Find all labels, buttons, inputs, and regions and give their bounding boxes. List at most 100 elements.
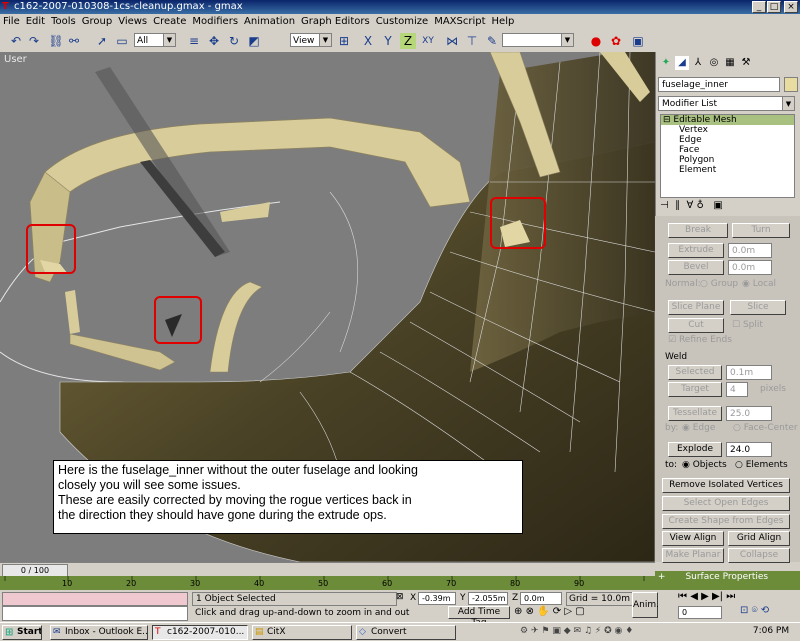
grid-align-button[interactable]: Grid Align	[728, 531, 790, 546]
task-convert[interactable]: ◇ Convert	[356, 625, 456, 640]
remove-modifier-icon[interactable]: ♁	[696, 200, 703, 211]
scale-icon[interactable]: ◩	[246, 33, 262, 49]
tessellate-face-center-radio[interactable]: ○ Face-Center	[733, 423, 798, 433]
task-gmax[interactable]: Tc162-2007-010...	[152, 625, 248, 640]
make-planar-button[interactable]: Make Planar	[662, 548, 724, 563]
menu-modifiers[interactable]: Modifiers	[189, 14, 241, 30]
x-coord-input[interactable]: -0.39m	[418, 592, 456, 605]
weld-selected-button[interactable]: Selected	[668, 365, 722, 380]
menu-maxscript[interactable]: MAXScript	[431, 14, 488, 30]
pin-stack-icon[interactable]: ⊣	[660, 200, 669, 211]
menu-graph-editors[interactable]: Graph Editors	[298, 14, 373, 30]
pan-icon[interactable]: ✋	[537, 606, 549, 617]
object-color-swatch[interactable]	[784, 77, 798, 92]
slice-plane-button[interactable]: Slice Plane	[668, 300, 724, 315]
explode-button[interactable]: Explode	[668, 442, 722, 457]
modifier-stack[interactable]: ⊟ Editable Mesh Vertex Edge Face Polygon…	[660, 114, 795, 198]
surface-properties-rollout[interactable]: + Surface Properties	[655, 571, 800, 590]
tray-icon[interactable]: ✈	[531, 626, 539, 636]
selection-filter-dropdown[interactable]: All ▼	[134, 33, 176, 47]
menu-animation[interactable]: Animation	[241, 14, 298, 30]
select-region-icon[interactable]: ▭	[114, 33, 130, 49]
menu-create[interactable]: Create	[150, 14, 189, 30]
mirror-icon[interactable]: ⋈	[444, 33, 460, 49]
display-tab-icon[interactable]: ▦	[723, 56, 737, 70]
stack-item-editable-mesh[interactable]: ⊟ Editable Mesh	[661, 115, 794, 125]
tray-icon[interactable]: ✪	[604, 626, 612, 636]
unlink-icon[interactable]: ⚯	[66, 33, 82, 49]
maximize-viewport-icon[interactable]: ▢	[575, 606, 584, 617]
menu-help[interactable]: Help	[489, 14, 518, 30]
break-button[interactable]: Break	[668, 223, 728, 238]
lock-selection-icon[interactable]: ⊠	[396, 592, 408, 604]
select-open-edges-button[interactable]: Select Open Edges	[662, 496, 790, 511]
render-icon[interactable]: ✿	[608, 33, 624, 49]
minimize-button[interactable]: _	[752, 1, 766, 13]
menu-views[interactable]: Views	[115, 14, 150, 30]
task-citx[interactable]: ▤ CitX	[252, 625, 352, 640]
menu-edit[interactable]: Edit	[23, 14, 48, 30]
y-coord-input[interactable]: -2.055m	[468, 592, 508, 605]
tessellate-button[interactable]: Tessellate	[668, 406, 722, 421]
modifier-list-dropdown[interactable]: Modifier List ▼	[658, 96, 795, 111]
material-editor-icon[interactable]: ●	[588, 33, 604, 49]
zoom-region-icon[interactable]: ⊡	[740, 605, 748, 616]
start-button[interactable]: ⊞ Start	[2, 625, 42, 640]
stack-item-polygon[interactable]: Polygon	[661, 155, 794, 165]
bevel-button[interactable]: Bevel	[668, 260, 724, 275]
tray-icon[interactable]: ◆	[564, 626, 571, 636]
extrude-amount-input[interactable]: 0.0m	[728, 243, 772, 258]
split-checkbox[interactable]: ☐ Split	[732, 320, 763, 330]
stack-item-element[interactable]: Element	[661, 165, 794, 175]
tray-icon[interactable]: ⚙	[520, 626, 528, 636]
axis-xy-icon[interactable]: XY	[420, 33, 436, 49]
pivot-icon[interactable]: ⊞	[336, 33, 352, 49]
normal-group-radio[interactable]: ○ Group	[700, 279, 738, 289]
make-unique-icon[interactable]: ∀	[686, 200, 693, 211]
rotate-icon[interactable]: ↻	[226, 33, 242, 49]
named-selection-dropdown[interactable]: ▼	[502, 33, 574, 47]
redo-icon[interactable]: ↷	[26, 33, 42, 49]
modify-tab-icon[interactable]: ◢	[675, 56, 689, 70]
motion-tab-icon[interactable]: ◎	[707, 56, 721, 70]
utilities-tab-icon[interactable]: ⚒	[739, 56, 753, 70]
axis-z-icon[interactable]: Z	[400, 33, 416, 49]
tray-icon[interactable]: ▣	[552, 626, 561, 636]
configure-icon[interactable]: ▣	[713, 200, 722, 211]
viewport-label[interactable]: User	[4, 54, 27, 65]
orbit-icon[interactable]: ⟲	[761, 605, 769, 616]
tray-icon[interactable]: ✉	[574, 626, 582, 636]
slice-button[interactable]: Slice	[730, 300, 786, 315]
explode-objects-radio[interactable]: ◉ Objects	[682, 460, 727, 470]
menu-group[interactable]: Group	[79, 14, 115, 30]
object-name-input[interactable]: fuselage_inner	[658, 77, 780, 92]
create-shape-button[interactable]: Create Shape from Edges	[662, 514, 790, 529]
move-icon[interactable]: ✥	[206, 33, 222, 49]
app-icon[interactable]: T	[2, 1, 12, 12]
extrude-button[interactable]: Extrude	[668, 243, 724, 258]
axis-x-icon[interactable]: X	[360, 33, 376, 49]
select-by-name-icon[interactable]: ≡	[186, 33, 202, 49]
cut-button[interactable]: Cut	[668, 318, 724, 333]
goto-start-icon[interactable]: ⏮	[678, 591, 687, 602]
select-arrow-icon[interactable]: ➚	[94, 33, 110, 49]
bevel-amount-input[interactable]: 0.0m	[728, 260, 772, 275]
prev-frame-icon[interactable]: ◀	[690, 591, 698, 602]
stack-item-vertex[interactable]: Vertex	[661, 125, 794, 135]
stack-item-face[interactable]: Face	[661, 145, 794, 155]
align-icon[interactable]: ⊤	[464, 33, 480, 49]
zoom-all-icon[interactable]: ⊗	[526, 606, 534, 617]
z-coord-input[interactable]: 0.0m	[520, 592, 562, 605]
goto-end-icon[interactable]: ⏭	[726, 591, 735, 602]
task-outlook[interactable]: ✉ Inbox - Outlook E...	[50, 625, 148, 640]
normal-local-radio[interactable]: ◉ Local	[742, 279, 776, 289]
ref-coord-dropdown[interactable]: View ▼	[290, 33, 332, 47]
link-icon[interactable]: ⛓	[48, 33, 64, 49]
snap-icon[interactable]: ✎	[484, 33, 500, 49]
refine-ends-checkbox[interactable]: ☑ Refine Ends	[668, 335, 732, 345]
play-icon[interactable]: ▶	[701, 591, 709, 602]
maxscript-input[interactable]	[2, 606, 188, 621]
tray-icon[interactable]: ♦	[625, 626, 633, 636]
weld-threshold-input[interactable]: 0.1m	[726, 365, 772, 380]
hierarchy-tab-icon[interactable]: ⅄	[691, 56, 705, 70]
